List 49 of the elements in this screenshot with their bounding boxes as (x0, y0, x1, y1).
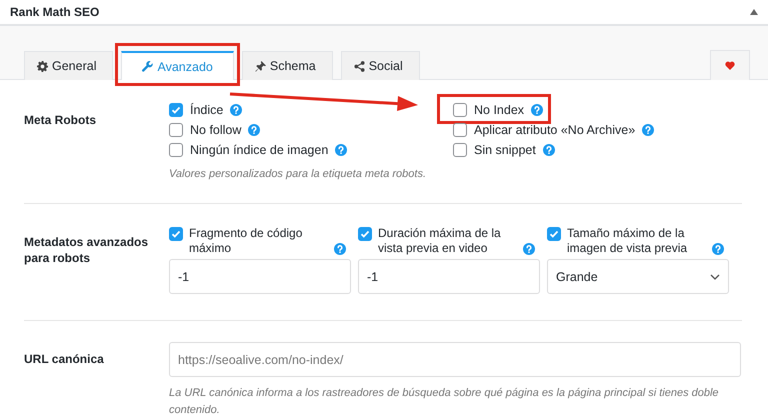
checkbox[interactable] (453, 103, 467, 117)
help-icon[interactable] (335, 144, 348, 156)
checkbox-label: Ningún índice de imagen (190, 143, 328, 157)
checkbox[interactable] (547, 227, 561, 241)
help-icon[interactable] (248, 124, 260, 136)
help-icon[interactable] (523, 243, 536, 255)
checkbox[interactable] (453, 123, 467, 137)
checkbox-label: Tamaño máximo de la imagen de vista previa (567, 226, 688, 256)
checkbox-label: Índice (190, 103, 224, 117)
checkbox-label: No follow (190, 123, 242, 137)
tab[interactable]: Social (340, 51, 420, 80)
help-icon[interactable] (642, 124, 654, 136)
tab[interactable]: Schema (242, 51, 333, 80)
section-label: URL canónica (24, 351, 105, 368)
settings-icon (37, 60, 48, 72)
share-icon (354, 60, 365, 72)
tab[interactable]: General (24, 51, 114, 80)
input-field[interactable]: -1 (358, 259, 540, 294)
heart-icon (725, 61, 735, 70)
help-icon[interactable] (712, 243, 724, 255)
input-field[interactable]: -1 (169, 259, 351, 294)
hint-text: La URL canónica informa a los rastreadores de búsqueda sobre qué página es la página principal si tienes doble contenido. (169, 386, 720, 418)
url-field[interactable]: https://seoalive.com/no-index/ (169, 342, 741, 377)
section-label: Metadatos avanzados para robots (24, 234, 150, 267)
checkbox-label: No Index (474, 103, 524, 117)
chevron-icon (710, 274, 720, 280)
help-icon[interactable] (230, 104, 242, 116)
hint-text: Valores personalizados para la etiqueta meta robots. (169, 167, 428, 182)
wrench-icon (142, 61, 154, 72)
help-icon[interactable] (334, 243, 346, 255)
checkbox-label: Fragmento de código máximo (189, 226, 304, 256)
panel-title: Rank Math SEO (10, 5, 100, 19)
tab[interactable]: Avanzado (121, 51, 234, 80)
checkbox-label: Sin snippet (474, 143, 536, 157)
heart-tab[interactable] (710, 50, 750, 80)
checkbox[interactable] (169, 123, 183, 137)
section-label: Meta Robots (24, 112, 97, 129)
pin-icon (254, 60, 266, 72)
collapse-icon[interactable] (750, 9, 758, 15)
checkbox[interactable] (453, 143, 467, 157)
checkbox-label: Aplicar atributo «No Archive» (474, 123, 636, 137)
checkbox[interactable] (169, 143, 183, 157)
checkbox[interactable] (169, 227, 183, 241)
checkbox-label: Duración máxima de la vista previa en video (378, 226, 502, 256)
checkbox[interactable] (358, 227, 372, 241)
checkbox[interactable] (169, 103, 183, 117)
help-icon[interactable] (542, 144, 555, 156)
select-field[interactable]: Grande (547, 259, 729, 294)
help-icon[interactable] (531, 104, 544, 116)
